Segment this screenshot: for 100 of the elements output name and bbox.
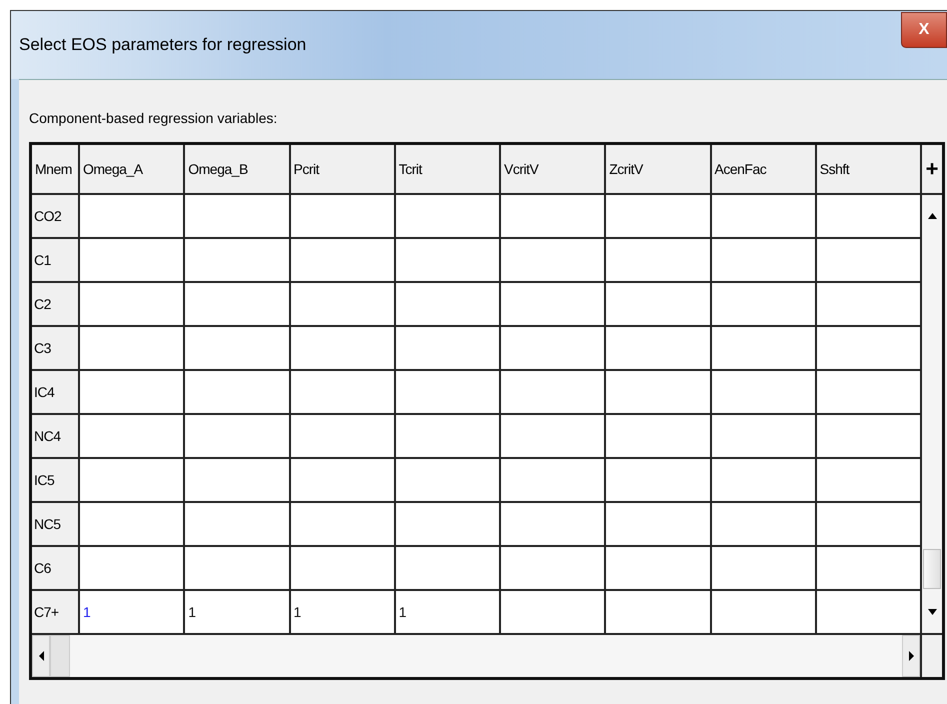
table-cell[interactable] [712,459,815,501]
table-cell[interactable] [396,371,499,413]
table-cell[interactable] [290,239,394,281]
table-cell[interactable] [606,591,710,633]
table-cell[interactable] [290,503,394,545]
table-cell[interactable] [185,327,288,369]
table-cell[interactable] [712,239,815,281]
table-cell[interactable] [606,327,710,369]
column-header[interactable]: Pcrit [290,145,394,193]
table-cell[interactable] [816,459,920,501]
table-cell[interactable] [185,503,288,545]
table-cell[interactable] [606,239,710,281]
table-cell[interactable] [290,547,394,589]
table-cell[interactable] [185,547,288,589]
table-cell[interactable] [80,371,184,413]
table-cell[interactable] [185,371,288,413]
table-cell[interactable]: 1 [80,591,184,633]
table-cell[interactable] [606,371,710,413]
column-header[interactable]: Omega_A [80,145,184,193]
table-cell[interactable] [712,547,815,589]
table-cell[interactable] [816,415,920,457]
table-cell[interactable] [712,283,815,325]
column-header[interactable]: ZcritV [606,145,710,193]
table-cell[interactable] [816,591,920,633]
table-cell[interactable] [80,547,184,589]
table-cell[interactable] [396,415,499,457]
column-header[interactable]: Mnem [32,145,78,193]
table-cell[interactable] [816,503,920,545]
table-cell[interactable] [501,459,604,501]
table-cell[interactable] [606,503,710,545]
table-cell[interactable] [501,371,604,413]
table-cell[interactable] [816,283,920,325]
table-cell[interactable] [606,415,710,457]
scroll-thumb[interactable] [923,549,941,589]
table-cell[interactable] [185,283,288,325]
table-cell[interactable] [606,195,710,237]
table-cell[interactable] [501,591,604,633]
table-cell[interactable] [185,239,288,281]
close-button[interactable]: X [901,12,947,48]
table-cell[interactable] [816,371,920,413]
column-header[interactable]: Tcrit [396,145,499,193]
table-cell[interactable] [396,239,499,281]
table-cell[interactable] [290,459,394,501]
table-cell[interactable] [80,327,184,369]
table-cell[interactable] [501,503,604,545]
table-cell[interactable] [606,547,710,589]
table-cell[interactable] [501,547,604,589]
table-cell[interactable] [290,415,394,457]
table-cell[interactable] [185,195,288,237]
column-header[interactable]: VcritV [501,145,604,193]
vertical-scrollbar[interactable] [922,195,942,633]
table-cell[interactable]: 1 [396,591,499,633]
table-cell[interactable] [80,195,184,237]
table-cell[interactable] [290,371,394,413]
table-cell[interactable] [80,283,184,325]
table-cell[interactable] [396,327,499,369]
scroll-right-icon[interactable] [908,651,914,661]
table-cell[interactable] [396,283,499,325]
table-cell[interactable] [501,195,604,237]
scroll-left-icon[interactable] [38,651,44,661]
table-cell[interactable] [816,239,920,281]
table-cell[interactable] [290,327,394,369]
scroll-down-icon[interactable] [928,609,936,615]
table-cell[interactable] [606,283,710,325]
column-header[interactable]: Omega_B [185,145,288,193]
table-cell[interactable] [396,459,499,501]
corner-button[interactable]: + [922,145,942,193]
table-cell[interactable] [712,591,815,633]
table-cell[interactable] [185,459,288,501]
column-header[interactable]: Sshft [816,145,920,193]
column-header[interactable]: AcenFac [712,145,815,193]
table-cell[interactable] [712,371,815,413]
table-cell[interactable] [712,415,815,457]
scroll-thumb[interactable] [50,635,70,677]
table-cell[interactable] [80,459,184,501]
table-cell[interactable]: 1 [290,591,394,633]
table-cell[interactable] [185,415,288,457]
table-cell[interactable] [501,283,604,325]
section-label: Component-based regression variables: [29,110,278,126]
table-cell[interactable] [816,547,920,589]
table-cell[interactable] [816,195,920,237]
table-cell[interactable] [816,327,920,369]
table-cell[interactable] [712,327,815,369]
table-cell[interactable]: 1 [185,591,288,633]
table-cell[interactable] [80,503,184,545]
table-cell[interactable] [712,503,815,545]
table-cell[interactable] [80,239,184,281]
table-cell[interactable] [290,283,394,325]
table-cell[interactable] [501,239,604,281]
table-cell[interactable] [290,195,394,237]
table-cell[interactable] [501,327,604,369]
table-cell[interactable] [80,415,184,457]
horizontal-scrollbar[interactable] [32,635,920,677]
table-cell[interactable] [396,547,499,589]
scroll-up-icon[interactable] [928,213,936,219]
table-cell[interactable] [712,195,815,237]
table-cell[interactable] [396,503,499,545]
table-cell[interactable] [606,459,710,501]
table-cell[interactable] [396,195,499,237]
table-cell[interactable] [501,415,604,457]
